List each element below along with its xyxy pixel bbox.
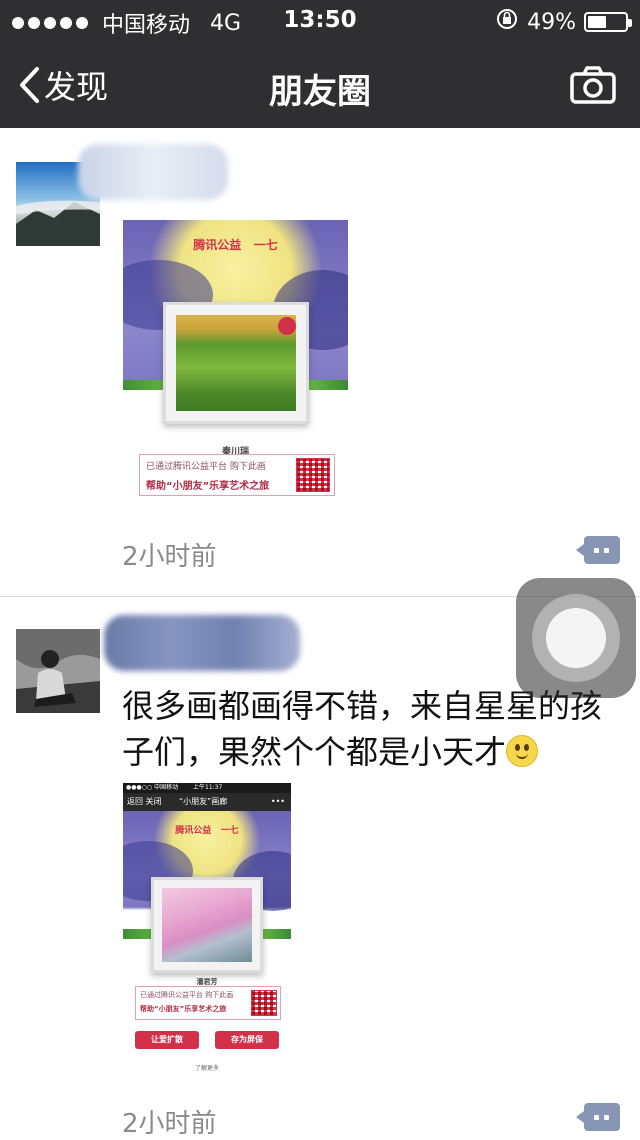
feed-post: 腾讯公益 一七 秦川瑞 已通过腾讯公益平台 购下此画 帮助“小朋友”乐享艺术之旅… bbox=[0, 128, 640, 596]
comment-button[interactable] bbox=[576, 536, 620, 564]
post-image[interactable]: ●●●○○ 中国移动 上午11:37 返回 关闭 “小朋友”画廊 ••• 腾讯公… bbox=[123, 783, 291, 1081]
poster-logos: 腾讯公益 一七 bbox=[193, 238, 278, 252]
learn-more-link[interactable]: 了解更多 bbox=[123, 1063, 291, 1072]
assistive-touch-button[interactable] bbox=[516, 578, 636, 698]
username-redacted bbox=[104, 615, 300, 671]
camera-icon[interactable] bbox=[570, 66, 616, 108]
poster-caption: 已通过腾讯公益平台 购下此画 帮助“小朋友”乐享艺术之旅 bbox=[135, 986, 281, 1020]
post-time: 2小时前 bbox=[122, 1109, 217, 1139]
avatar[interactable] bbox=[16, 629, 100, 713]
poster-logos: 腾讯公益 一七 bbox=[175, 826, 239, 836]
top-header: 中国移动 4G 13:50 49% 发现 朋友圈 bbox=[0, 0, 640, 128]
battery-percent: 49% bbox=[527, 9, 576, 35]
page-title: 朋友圈 bbox=[269, 72, 371, 112]
comment-button[interactable] bbox=[576, 1103, 620, 1131]
embedded-status-bar: ●●●○○ 中国移动 上午11:37 bbox=[123, 783, 291, 793]
share-love-button[interactable]: 让爱扩散 bbox=[135, 1031, 199, 1049]
poster-caption: 已通过腾讯公益平台 购下此画 帮助“小朋友”乐享艺术之旅 bbox=[139, 454, 335, 496]
embedded-nav-bar: 返回 关闭 “小朋友”画廊 ••• bbox=[123, 793, 291, 811]
post-image[interactable]: 腾讯公益 一七 秦川瑞 已通过腾讯公益平台 购下此画 帮助“小朋友”乐享艺术之旅 bbox=[123, 220, 348, 498]
status-right: 49% bbox=[495, 7, 632, 37]
play-icon[interactable] bbox=[278, 317, 296, 335]
qr-code bbox=[296, 458, 330, 492]
username-redacted bbox=[78, 144, 228, 200]
painting-frame bbox=[163, 302, 309, 424]
post-time: 2小时前 bbox=[122, 542, 217, 572]
painting bbox=[162, 888, 252, 962]
painting-frame bbox=[151, 877, 263, 973]
battery-icon bbox=[584, 12, 632, 32]
save-wallpaper-button[interactable]: 存为屏保 bbox=[215, 1031, 279, 1049]
smile-emoji-icon bbox=[506, 735, 539, 767]
status-bar: 中国移动 4G 13:50 49% bbox=[0, 0, 640, 40]
nav-bar: 发现 朋友圈 bbox=[0, 44, 640, 128]
rotation-lock-icon bbox=[495, 7, 519, 37]
qr-code bbox=[251, 990, 277, 1016]
